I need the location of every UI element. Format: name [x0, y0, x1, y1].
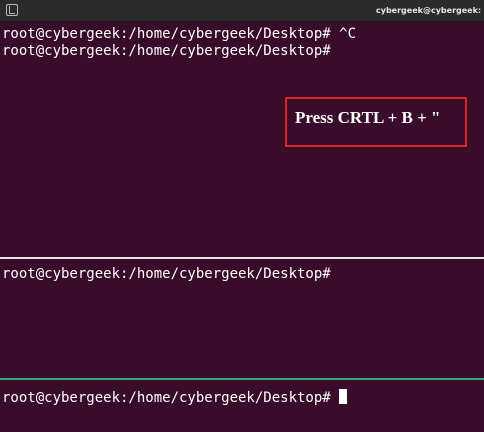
terminal-cursor: [339, 389, 348, 404]
window-title: cybergeek@cybergeek: ~/Deskto: [376, 6, 484, 15]
pane-divider: [0, 257, 484, 259]
tmux-pane-middle[interactable]: root@cybergeek:/home/cybergeek/Desktop#: [0, 260, 484, 378]
window-titlebar[interactable]: cybergeek@cybergeek: ~/Deskto: [0, 0, 484, 22]
terminal-line: root@cybergeek:/home/cybergeek/Desktop# …: [2, 26, 357, 42]
terminal-prompt: root@cybergeek:/home/cybergeek/Desktop#: [2, 390, 340, 406]
terminal-line: root@cybergeek:/home/cybergeek/Desktop#: [2, 266, 331, 282]
pane-divider-active: [0, 378, 484, 380]
annotation-text: Press CRTL + B + ": [295, 108, 441, 127]
annotation-box: Press CRTL + B + ": [285, 97, 467, 147]
tmux-pane-bottom-active[interactable]: root@cybergeek:/home/cybergeek/Desktop#: [0, 381, 484, 432]
terminal-icon: [6, 4, 18, 16]
terminal-line: root@cybergeek:/home/cybergeek/Desktop#: [2, 43, 331, 59]
terminal-prompt-line: root@cybergeek:/home/cybergeek/Desktop#: [2, 389, 348, 407]
